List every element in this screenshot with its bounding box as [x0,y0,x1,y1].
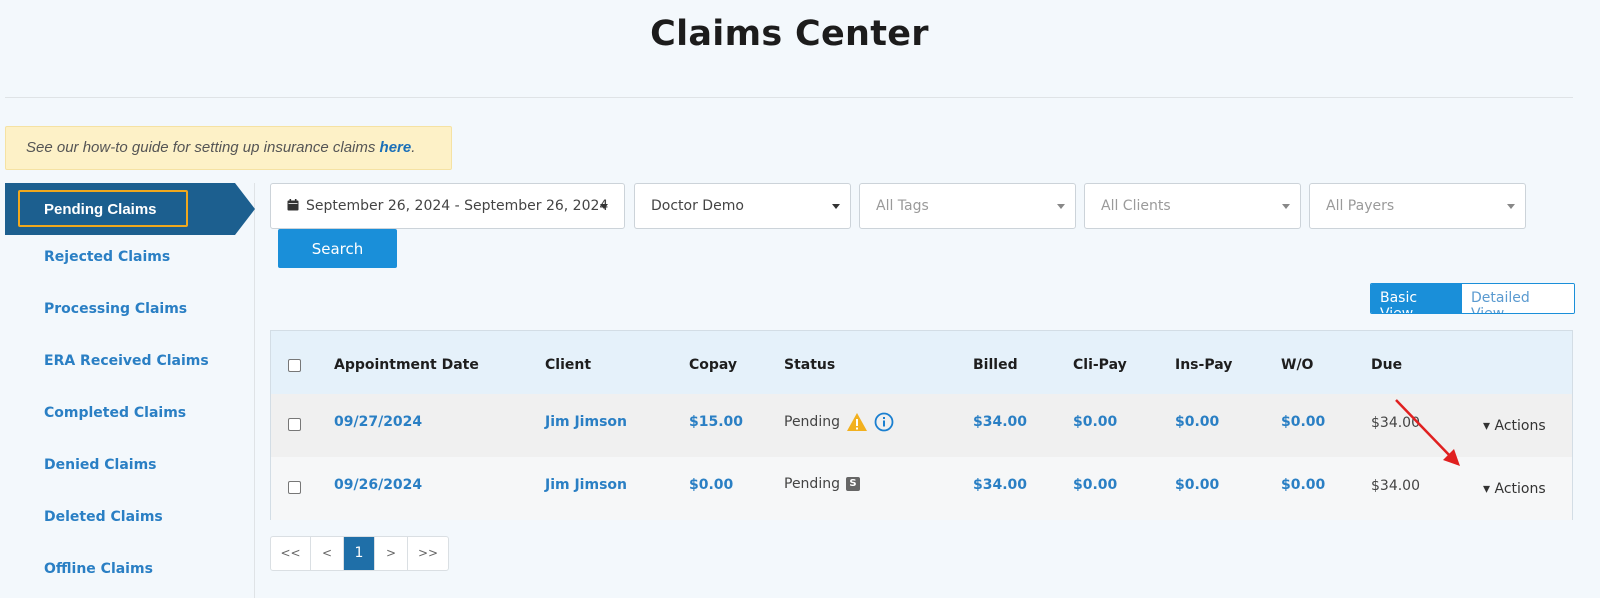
sidebar-item-processing-claims[interactable]: Processing Claims [44,301,187,317]
clients-value: All Clients [1101,198,1171,214]
billed-value[interactable]: $34.00 [973,477,1027,493]
chevron-down-icon [600,204,608,209]
chevron-down-icon [1282,204,1290,209]
payers-select[interactable]: All Payers [1309,183,1526,229]
status-text: Pending [784,414,840,430]
actions-dropdown[interactable]: ▾ Actions [1483,418,1546,434]
search-button[interactable]: Search [278,229,397,268]
page-1-button[interactable]: 1 [344,537,375,570]
warning-icon[interactable] [846,412,868,432]
actions-label: Actions [1494,481,1546,497]
caret-down-icon: ▾ [1483,418,1495,434]
chevron-down-icon [832,204,840,209]
appointment-date-link[interactable]: 09/26/2024 [334,477,422,493]
header-wo[interactable]: W/O [1281,357,1313,373]
status-badge: S [845,477,860,491]
calendar-icon [287,199,299,211]
basic-view-button[interactable]: Basic View [1371,284,1462,313]
page-last-button[interactable]: >> [408,537,448,570]
info-icon[interactable] [874,412,894,432]
tags-select[interactable]: All Tags [859,183,1076,229]
status-text: Pending [784,476,840,492]
payers-value: All Payers [1326,198,1395,214]
header-status[interactable]: Status [784,357,835,373]
header-divider [5,97,1573,98]
status-cell: Pending [784,412,894,432]
detailed-view-button[interactable]: Detailed View [1462,284,1574,313]
chevron-down-icon [1507,204,1515,209]
page-title: Claims Center [650,14,929,54]
page-prev-button[interactable]: < [311,537,344,570]
guide-link[interactable]: here [380,139,412,156]
actions-label: Actions [1494,418,1546,434]
sidebar-item-era-received-claims[interactable]: ERA Received Claims [44,353,209,369]
sidebar-item-deleted-claims[interactable]: Deleted Claims [44,509,163,525]
copay-value[interactable]: $0.00 [689,477,733,493]
copay-value[interactable]: $15.00 [689,414,743,430]
view-toggle: Basic View Detailed View [1370,283,1575,314]
sidebar-item-label-pending: Pending Claims [18,190,188,227]
chevron-down-icon [1057,204,1065,209]
pagination: << < 1 > >> [270,536,449,571]
caret-down-icon: ▾ [1483,481,1495,497]
billed-value[interactable]: $34.00 [973,414,1027,430]
date-range-value: September 26, 2024 - September 26, 2024 [306,198,609,214]
actions-dropdown[interactable]: ▾ Actions [1483,481,1546,497]
sidebar-item-rejected-claims[interactable]: Rejected Claims [44,249,170,265]
header-copay[interactable]: Copay [689,357,737,373]
date-range-picker[interactable]: September 26, 2024 - September 26, 2024 [270,183,625,229]
header-cli-pay[interactable]: Cli-Pay [1073,357,1127,373]
appointment-date-link[interactable]: 09/27/2024 [334,414,422,430]
provider-select[interactable]: Doctor Demo [634,183,851,229]
ins-pay-value[interactable]: $0.00 [1175,414,1219,430]
sidebar-item-pending-claims[interactable]: Pending Claims [5,183,255,235]
guide-banner: See our how-to guide for setting up insu… [5,126,452,170]
ins-pay-value[interactable]: $0.00 [1175,477,1219,493]
cli-pay-value[interactable]: $0.00 [1073,477,1117,493]
provider-value: Doctor Demo [651,198,744,214]
header-appointment-date[interactable]: Appointment Date [334,357,479,373]
claims-sidebar: Pending Claims Rejected Claims Processin… [5,183,255,598]
sidebar-item-denied-claims[interactable]: Denied Claims [44,457,157,473]
page-first-button[interactable]: << [271,537,311,570]
select-all-checkbox[interactable] [288,359,301,372]
tags-value: All Tags [876,198,929,214]
due-value: $34.00 [1371,478,1420,494]
row-checkbox[interactable] [288,481,301,494]
table-row: 09/26/2024 Jim Jimson $0.00 Pending S $3… [271,457,1572,520]
annotation-arrow-icon [1395,399,1460,466]
sidebar-item-offline-claims[interactable]: Offline Claims [44,561,153,577]
header-ins-pay[interactable]: Ins-Pay [1175,357,1232,373]
wo-value[interactable]: $0.00 [1281,477,1325,493]
table-row: 09/27/2024 Jim Jimson $15.00 Pending $34… [271,394,1572,457]
header-due[interactable]: Due [1371,357,1402,373]
row-checkbox[interactable] [288,418,301,431]
table-header: Appointment Date Client Copay Status Bil… [271,331,1572,394]
header-client[interactable]: Client [545,357,591,373]
cli-pay-value[interactable]: $0.00 [1073,414,1117,430]
client-link[interactable]: Jim Jimson [545,414,627,430]
sidebar-item-completed-claims[interactable]: Completed Claims [44,405,186,421]
header-billed[interactable]: Billed [973,357,1018,373]
wo-value[interactable]: $0.00 [1281,414,1325,430]
guide-suffix: . [411,139,416,156]
clients-select[interactable]: All Clients [1084,183,1301,229]
guide-text: See our how-to guide for setting up insu… [26,139,380,156]
client-link[interactable]: Jim Jimson [545,477,627,493]
claims-table: Appointment Date Client Copay Status Bil… [270,330,1573,520]
status-cell: Pending S [784,476,860,492]
page-next-button[interactable]: > [375,537,408,570]
